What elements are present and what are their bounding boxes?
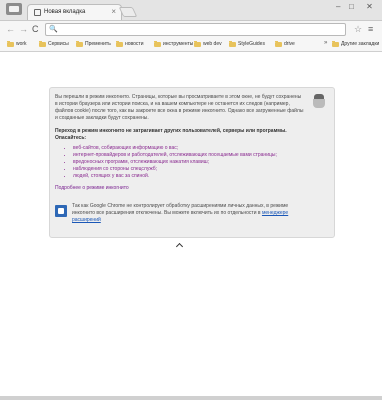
tab-title: Новая вкладка	[44, 9, 86, 15]
incognito-badge-icon	[6, 3, 22, 15]
list-item: интернет-провайдеров и работодателей, от…	[73, 152, 305, 159]
extensions-note-text: Так как Google Chrome не контролирует об…	[72, 203, 289, 216]
bookmark-folder[interactable]: StyleGuides	[229, 40, 265, 47]
bookmark-folder[interactable]: инструменты	[154, 40, 194, 47]
bookmarks-overflow-icon[interactable]: »	[324, 40, 327, 46]
bookmark-label: drive	[284, 41, 295, 47]
list-item: вредоносных программ, отслеживающих нажа…	[73, 159, 305, 166]
incognito-description: Вы перешли в режим инкогнито. Страницы, …	[55, 94, 304, 121]
maximize-button[interactable]: □	[349, 2, 354, 11]
folder-icon	[116, 40, 123, 47]
close-window-button[interactable]: ✕	[362, 1, 377, 12]
page-icon	[34, 9, 41, 16]
list-item: наблюдения со стороны спецслужб;	[73, 166, 305, 173]
search-icon: 🔍	[49, 26, 58, 33]
bookmark-folder[interactable]: drive	[275, 40, 295, 47]
minimize-button[interactable]: ‒	[336, 2, 340, 11]
bookmark-label: Пременить	[85, 41, 111, 47]
bookmark-folder[interactable]: новости	[116, 40, 144, 47]
bookmark-folder[interactable]: Сервисы	[39, 40, 69, 47]
bookmark-folder[interactable]: Пременить	[76, 40, 111, 47]
page-content: Вы перешли в режим инкогнито. Страницы, …	[0, 52, 382, 396]
extensions-note: Так как Google Chrome не контролирует об…	[72, 203, 312, 224]
bookmark-label: инструменты	[163, 41, 194, 47]
folder-icon	[7, 40, 14, 47]
bookmark-folder[interactable]: work	[7, 40, 27, 47]
other-bookmarks-label: Другие закладки	[341, 41, 380, 47]
incognito-info-box: Вы перешли в режим инкогнито. Страницы, …	[49, 87, 335, 238]
cursor-icon	[175, 242, 184, 251]
incognito-warning: Переход в режим инкогнито не затрагивает…	[55, 128, 287, 141]
bookmark-star-icon[interactable]: ☆	[354, 24, 362, 35]
address-bar[interactable]: 🔍	[45, 23, 346, 36]
bookmarks-bar: work Сервисы Пременить новости инструмен…	[0, 38, 382, 52]
title-bar: Новая вкладка × ‒ □ ✕	[0, 0, 382, 20]
learn-more-link[interactable]: Подробнее о режиме инкогнито	[55, 185, 129, 191]
folder-icon	[229, 40, 236, 47]
chrome-menu-icon[interactable]: ≡	[368, 24, 373, 34]
folder-icon	[76, 40, 83, 47]
incognito-icon	[313, 94, 325, 108]
forward-icon[interactable]: →	[19, 24, 28, 34]
list-item: людей, стоящих у вас за спиной.	[73, 173, 305, 180]
reload-icon[interactable]: C	[32, 24, 39, 34]
toolbar: ← → C 🔍 ☆ ≡	[0, 20, 382, 38]
bookmark-folder[interactable]: web dev	[194, 40, 222, 47]
folder-icon	[332, 40, 339, 47]
list-item: веб-сайтов, собирающих информацию о вас;	[73, 145, 305, 152]
other-bookmarks[interactable]: Другие закладки	[332, 40, 380, 47]
bookmark-label: web dev	[203, 41, 222, 47]
bookmark-label: work	[16, 41, 27, 47]
bookmark-label: новости	[125, 41, 144, 47]
back-icon[interactable]: ←	[6, 24, 15, 34]
folder-icon	[275, 40, 282, 47]
folder-icon	[39, 40, 46, 47]
window-frame	[0, 396, 382, 400]
folder-icon	[194, 40, 201, 47]
folder-icon	[154, 40, 161, 47]
tab-close-icon[interactable]: ×	[111, 7, 116, 16]
warning-list: веб-сайтов, собирающих информацию о вас;…	[65, 145, 305, 180]
bookmark-label: Сервисы	[48, 41, 69, 47]
bookmark-label: StyleGuides	[238, 41, 265, 47]
extension-icon	[55, 205, 67, 217]
tab-new-tab[interactable]: Новая вкладка ×	[27, 4, 122, 20]
